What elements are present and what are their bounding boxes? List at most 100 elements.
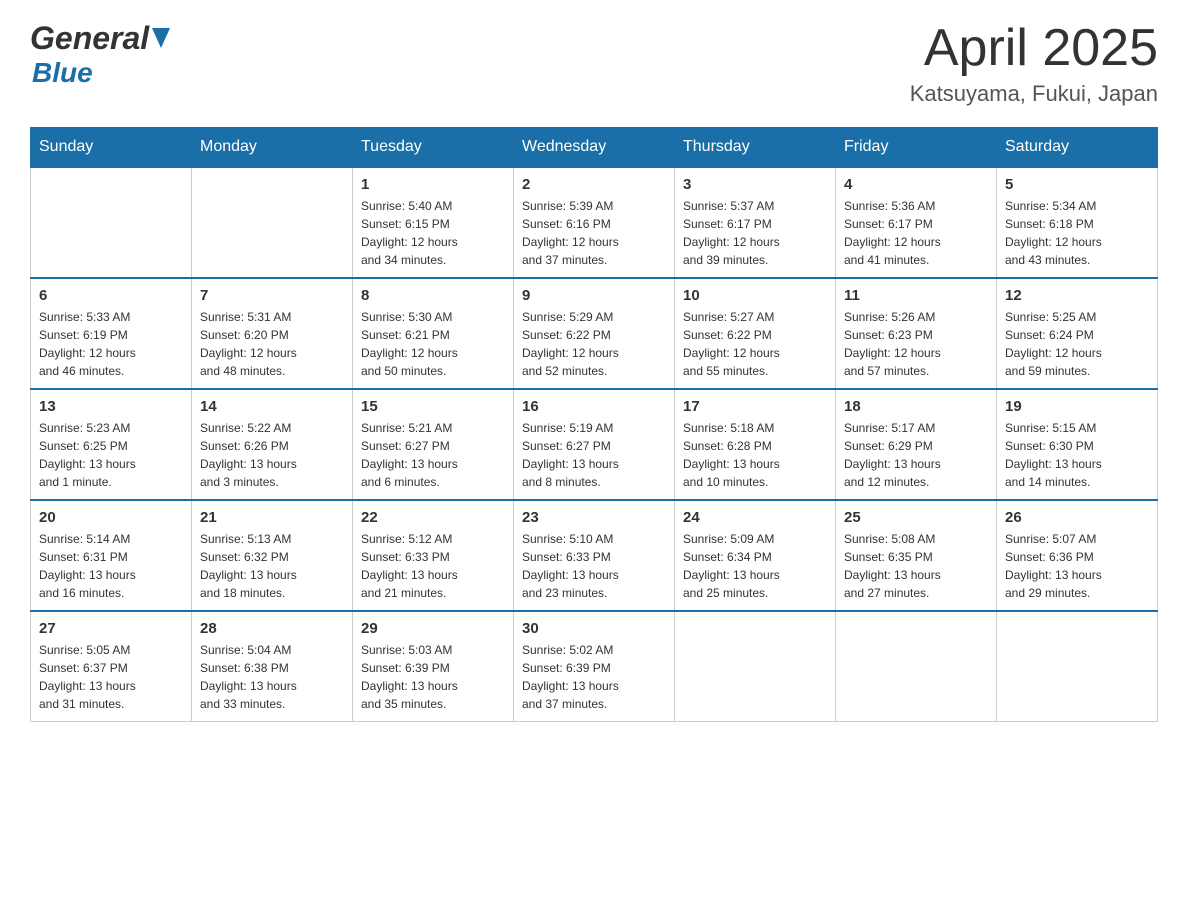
day-number: 24: [683, 509, 827, 526]
day-info: Sunrise: 5:23 AM Sunset: 6:25 PM Dayligh…: [39, 419, 183, 491]
day-number: 19: [1005, 398, 1149, 415]
day-number: 30: [522, 620, 666, 637]
day-info: Sunrise: 5:19 AM Sunset: 6:27 PM Dayligh…: [522, 419, 666, 491]
day-number: 27: [39, 620, 183, 637]
day-number: 16: [522, 398, 666, 415]
calendar-cell: 29 Sunrise: 5:03 AM Sunset: 6:39 PM Dayli…: [353, 611, 514, 722]
day-number: 17: [683, 398, 827, 415]
calendar-week-row: 6 Sunrise: 5:33 AM Sunset: 6:19 PM Daylig…: [31, 278, 1158, 389]
calendar-week-row: 13 Sunrise: 5:23 AM Sunset: 6:25 PM Dayli…: [31, 389, 1158, 500]
subtitle: Katsuyama, Fukui, Japan: [910, 81, 1158, 107]
day-info: Sunrise: 5:31 AM Sunset: 6:20 PM Dayligh…: [200, 308, 344, 380]
day-number: 9: [522, 287, 666, 304]
calendar-cell: 19 Sunrise: 5:15 AM Sunset: 6:30 PM Dayli…: [997, 389, 1158, 500]
day-number: 11: [844, 287, 988, 304]
day-number: 7: [200, 287, 344, 304]
day-info: Sunrise: 5:02 AM Sunset: 6:39 PM Dayligh…: [522, 641, 666, 713]
col-sunday: Sunday: [31, 128, 192, 168]
calendar-cell: [192, 167, 353, 278]
calendar-cell: 18Sunrise: 5:17 AM Sunset: 6:29 PM Dayli…: [836, 389, 997, 500]
col-wednesday: Wednesday: [514, 128, 675, 168]
calendar-cell: 6 Sunrise: 5:33 AM Sunset: 6:19 PM Daylig…: [31, 278, 192, 389]
day-number: 15: [361, 398, 505, 415]
day-number: 28: [200, 620, 344, 637]
calendar-cell: 10 Sunrise: 5:27 AM Sunset: 6:22 PM Dayli…: [675, 278, 836, 389]
calendar-cell: 9 Sunrise: 5:29 AM Sunset: 6:22 PM Daylig…: [514, 278, 675, 389]
calendar-cell: 5 Sunrise: 5:34 AM Sunset: 6:18 PM Daylig…: [997, 167, 1158, 278]
calendar-cell: 16 Sunrise: 5:19 AM Sunset: 6:27 PM Dayli…: [514, 389, 675, 500]
calendar-cell: 30 Sunrise: 5:02 AM Sunset: 6:39 PM Dayli…: [514, 611, 675, 722]
logo: General Blue: [30, 20, 170, 89]
day-info: Sunrise: 5:39 AM Sunset: 6:16 PM Dayligh…: [522, 197, 666, 269]
day-number: 23: [522, 509, 666, 526]
calendar-week-row: 27 Sunrise: 5:05 AM Sunset: 6:37 PM Dayli…: [31, 611, 1158, 722]
logo-general-text: General: [30, 20, 149, 57]
calendar-cell: [31, 167, 192, 278]
day-info: Sunrise: 5:22 AM Sunset: 6:26 PM Dayligh…: [200, 419, 344, 491]
col-saturday: Saturday: [997, 128, 1158, 168]
calendar-week-row: 1 Sunrise: 5:40 AM Sunset: 6:15 PM Daylig…: [31, 167, 1158, 278]
day-info: Sunrise: 5:13 AM Sunset: 6:32 PM Dayligh…: [200, 530, 344, 602]
calendar-cell: 28 Sunrise: 5:04 AM Sunset: 6:38 PM Dayli…: [192, 611, 353, 722]
day-info: Sunrise: 5:09 AM Sunset: 6:34 PM Dayligh…: [683, 530, 827, 602]
day-info: Sunrise: 5:34 AM Sunset: 6:18 PM Dayligh…: [1005, 197, 1149, 269]
calendar-cell: 11 Sunrise: 5:26 AM Sunset: 6:23 PM Dayli…: [836, 278, 997, 389]
day-number: 14: [200, 398, 344, 415]
calendar-header-row: Sunday Monday Tuesday Wednesday Thursday…: [31, 128, 1158, 168]
day-number: 22: [361, 509, 505, 526]
day-number: 8: [361, 287, 505, 304]
day-number: 13: [39, 398, 183, 415]
day-info: Sunrise: 5:21 AM Sunset: 6:27 PM Dayligh…: [361, 419, 505, 491]
calendar-week-row: 20 Sunrise: 5:14 AM Sunset: 6:31 PM Dayli…: [31, 500, 1158, 611]
page-header: General Blue April 2025 Katsuyama, Fukui…: [30, 20, 1158, 107]
calendar-cell: 21 Sunrise: 5:13 AM Sunset: 6:32 PM Dayli…: [192, 500, 353, 611]
logo-triangle-icon: [152, 28, 170, 53]
day-info: Sunrise: 5:04 AM Sunset: 6:38 PM Dayligh…: [200, 641, 344, 713]
logo-blue-text: Blue: [32, 57, 93, 89]
day-number: 21: [200, 509, 344, 526]
day-number: 6: [39, 287, 183, 304]
calendar-cell: 12Sunrise: 5:25 AM Sunset: 6:24 PM Dayli…: [997, 278, 1158, 389]
day-info: Sunrise: 5:14 AM Sunset: 6:31 PM Dayligh…: [39, 530, 183, 602]
calendar-cell: 1 Sunrise: 5:40 AM Sunset: 6:15 PM Daylig…: [353, 167, 514, 278]
day-info: Sunrise: 5:08 AM Sunset: 6:35 PM Dayligh…: [844, 530, 988, 602]
day-info: Sunrise: 5:15 AM Sunset: 6:30 PM Dayligh…: [1005, 419, 1149, 491]
day-info: Sunrise: 5:30 AM Sunset: 6:21 PM Dayligh…: [361, 308, 505, 380]
col-monday: Monday: [192, 128, 353, 168]
calendar-cell: 4Sunrise: 5:36 AM Sunset: 6:17 PM Daylig…: [836, 167, 997, 278]
day-number: 2: [522, 176, 666, 193]
day-number: 25: [844, 509, 988, 526]
day-info: Sunrise: 5:10 AM Sunset: 6:33 PM Dayligh…: [522, 530, 666, 602]
day-info: Sunrise: 5:26 AM Sunset: 6:23 PM Dayligh…: [844, 308, 988, 380]
page-title: April 2025: [910, 20, 1158, 77]
calendar-cell: 17Sunrise: 5:18 AM Sunset: 6:28 PM Dayli…: [675, 389, 836, 500]
calendar-cell: [997, 611, 1158, 722]
col-thursday: Thursday: [675, 128, 836, 168]
day-number: 20: [39, 509, 183, 526]
day-info: Sunrise: 5:29 AM Sunset: 6:22 PM Dayligh…: [522, 308, 666, 380]
col-tuesday: Tuesday: [353, 128, 514, 168]
calendar-table: Sunday Monday Tuesday Wednesday Thursday…: [30, 127, 1158, 722]
calendar-cell: 14 Sunrise: 5:22 AM Sunset: 6:26 PM Dayli…: [192, 389, 353, 500]
day-info: Sunrise: 5:40 AM Sunset: 6:15 PM Dayligh…: [361, 197, 505, 269]
day-info: Sunrise: 5:37 AM Sunset: 6:17 PM Dayligh…: [683, 197, 827, 269]
day-number: 5: [1005, 176, 1149, 193]
day-number: 10: [683, 287, 827, 304]
calendar-cell: 15 Sunrise: 5:21 AM Sunset: 6:27 PM Dayli…: [353, 389, 514, 500]
calendar-cell: 27 Sunrise: 5:05 AM Sunset: 6:37 PM Dayli…: [31, 611, 192, 722]
day-info: Sunrise: 5:25 AM Sunset: 6:24 PM Dayligh…: [1005, 308, 1149, 380]
calendar-cell: 24 Sunrise: 5:09 AM Sunset: 6:34 PM Dayli…: [675, 500, 836, 611]
calendar-cell: 3Sunrise: 5:37 AM Sunset: 6:17 PM Daylig…: [675, 167, 836, 278]
day-info: Sunrise: 5:12 AM Sunset: 6:33 PM Dayligh…: [361, 530, 505, 602]
day-number: 4: [844, 176, 988, 193]
day-number: 29: [361, 620, 505, 637]
calendar-cell: 26Sunrise: 5:07 AM Sunset: 6:36 PM Dayli…: [997, 500, 1158, 611]
calendar-cell: 22 Sunrise: 5:12 AM Sunset: 6:33 PM Dayli…: [353, 500, 514, 611]
day-number: 26: [1005, 509, 1149, 526]
day-info: Sunrise: 5:05 AM Sunset: 6:37 PM Dayligh…: [39, 641, 183, 713]
calendar-cell: [675, 611, 836, 722]
day-info: Sunrise: 5:33 AM Sunset: 6:19 PM Dayligh…: [39, 308, 183, 380]
day-number: 1: [361, 176, 505, 193]
day-info: Sunrise: 5:03 AM Sunset: 6:39 PM Dayligh…: [361, 641, 505, 713]
day-info: Sunrise: 5:27 AM Sunset: 6:22 PM Dayligh…: [683, 308, 827, 380]
